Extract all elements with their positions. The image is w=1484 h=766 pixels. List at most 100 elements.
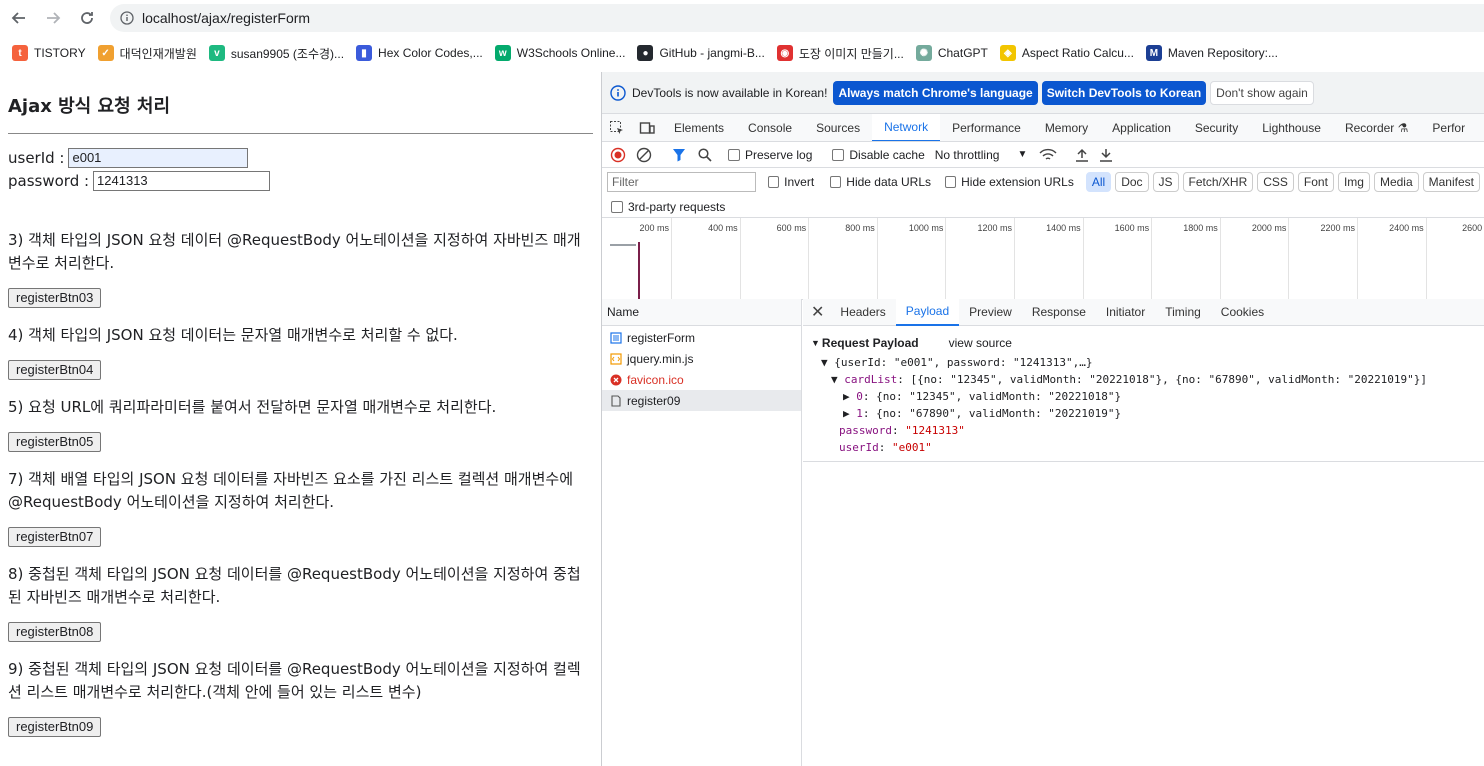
devtools-tab[interactable]: Memory <box>1033 114 1100 141</box>
timeline-tick-label: 1400 ms <box>1046 223 1081 233</box>
chevron-down-icon[interactable]: ▼ <box>1017 149 1027 160</box>
section-text: 8) 중첩된 객체 타입의 JSON 요청 데이터를 @RequestBody … <box>8 565 581 606</box>
third-party-checkbox[interactable] <box>611 200 623 213</box>
upload-icon[interactable] <box>1075 148 1089 162</box>
detail-tab[interactable]: Payload <box>895 298 960 326</box>
request-row[interactable]: favicon.ico <box>602 369 801 390</box>
download-icon[interactable] <box>1099 148 1113 162</box>
devtools-tab[interactable]: Network <box>872 114 941 141</box>
timeline-tick: 1400 ms <box>1046 218 1084 299</box>
request-detail: ✕ Headers Payload Preview Response Initiator… <box>803 298 1484 766</box>
record-icon[interactable] <box>610 147 626 163</box>
address-bar[interactable]: localhost/ajax/registerForm <box>110 4 1484 32</box>
register-button[interactable]: registerBtn07 <box>8 527 102 547</box>
request-name: favicon.ico <box>627 372 684 387</box>
timeline-load-bar <box>638 242 640 299</box>
inspect-element-icon[interactable] <box>609 120 625 136</box>
filter-icon[interactable] <box>672 148 686 162</box>
type-filter-pill[interactable]: Manifest <box>1422 172 1480 192</box>
detail-tab[interactable]: Headers <box>830 299 895 326</box>
triangle-down-icon[interactable]: ▼ <box>811 338 820 348</box>
network-conditions-icon[interactable] <box>1039 148 1057 162</box>
type-filter-pill[interactable]: Img <box>1337 172 1370 192</box>
devtools-tab[interactable]: Sources <box>804 114 872 141</box>
payload-item-1[interactable]: ▶ 1: {no: "67890", validMonth: "20221019… <box>811 405 1484 422</box>
bookmark-item[interactable]: ✺ ChatGPT <box>915 45 988 61</box>
bookmark-item[interactable]: ▮ Hex Color Codes,... <box>356 45 483 61</box>
bookmark-item[interactable]: ◈ Aspect Ratio Calcu... <box>999 45 1134 61</box>
request-row[interactable]: register09 <box>602 390 801 411</box>
bookmark-item[interactable]: M Maven Repository:... <box>1145 45 1278 61</box>
devtools-tab[interactable]: Application <box>1100 114 1183 141</box>
inspect-tools <box>602 120 662 136</box>
userid-input[interactable]: e001 <box>68 147 249 168</box>
close-icon[interactable]: ✕ <box>811 302 824 322</box>
invert-checkbox[interactable] <box>768 176 780 188</box>
register-button[interactable]: registerBtn05 <box>8 432 102 452</box>
detail-tab[interactable]: Preview <box>959 299 1022 326</box>
payload-item-0[interactable]: ▶ 0: {no: "12345", validMonth: "20221018… <box>811 388 1484 405</box>
triangle-right-icon: ▶ <box>843 407 857 420</box>
devtools-tab[interactable]: Security <box>1183 114 1250 141</box>
bookmark-label: TISTORY <box>34 46 86 60</box>
bookmark-item[interactable]: ✓ 대덕인재개발원 <box>97 45 197 62</box>
name-column-header[interactable]: Name <box>602 299 801 326</box>
dont-show-again-button[interactable]: Don't show again <box>1210 80 1314 105</box>
payload-root[interactable]: ▼ {userId: "e001", password: "1241313",…… <box>811 354 1484 371</box>
bookmark-item[interactable]: ◉ 도장 이미지 만들기... <box>776 45 904 62</box>
type-filter-pill[interactable]: CSS <box>1257 172 1294 192</box>
hide-extension-urls-checkbox[interactable] <box>945 176 957 188</box>
always-match-language-button[interactable]: Always match Chrome's language <box>833 80 1038 105</box>
filter-placeholder: Filter <box>612 175 639 189</box>
detail-tab[interactable]: Timing <box>1155 299 1211 326</box>
forward-button[interactable] <box>38 3 68 33</box>
section-button-wrap: registerBtn09 <box>8 716 593 737</box>
detail-tab[interactable]: Initiator <box>1096 299 1155 326</box>
type-filter-pill[interactable]: All <box>1085 172 1112 192</box>
register-button[interactable]: registerBtn09 <box>8 717 102 737</box>
view-source-link[interactable]: view source <box>949 336 1012 350</box>
detail-tab[interactable]: Cookies <box>1211 299 1274 326</box>
devtools-tab[interactable]: Lighthouse <box>1250 114 1333 141</box>
bookmark-item[interactable]: v susan9905 (조수경)... <box>208 45 344 62</box>
device-toolbar-icon[interactable] <box>639 120 655 136</box>
userid-json-value: "e001" <box>892 441 932 454</box>
devtools-tab[interactable]: Performance <box>940 114 1033 141</box>
filter-bar: Filter Invert Hide data URLs Hide extens… <box>602 168 1484 196</box>
request-list: Name registerForm jquery.min.js favicon.ic… <box>602 299 802 766</box>
type-filter-pill[interactable]: Doc <box>1115 172 1149 192</box>
type-filter-pill[interactable]: JS <box>1152 172 1179 192</box>
detail-tab[interactable]: Response <box>1022 299 1096 326</box>
register-button[interactable]: registerBtn03 <box>8 288 102 308</box>
preserve-log-checkbox[interactable] <box>728 148 740 161</box>
type-filter-pill[interactable]: Fetch/XHR <box>1182 172 1254 192</box>
clear-icon[interactable] <box>636 147 652 163</box>
type-filter-pill[interactable]: Font <box>1297 172 1334 192</box>
item0-value: {no: "12345", validMonth: "20221018"} <box>876 390 1122 403</box>
switch-to-korean-button[interactable]: Switch DevTools to Korean <box>1041 80 1207 105</box>
infobar-text: DevTools is now available in Korean! <box>632 85 828 100</box>
bookmark-item[interactable]: w W3Schools Online... <box>494 45 625 61</box>
bookmark-item[interactable]: t TISTORY <box>12 45 86 61</box>
filter-input[interactable]: Filter <box>607 172 757 192</box>
bookmark-item[interactable]: ● GitHub - jangmi-B... <box>637 45 765 61</box>
reload-button[interactable] <box>72 3 102 33</box>
devtools-tab[interactable]: Recorder ⚗ <box>1333 114 1420 141</box>
disable-cache-checkbox[interactable] <box>832 148 845 161</box>
register-button[interactable]: registerBtn04 <box>8 360 102 380</box>
request-row[interactable]: registerForm <box>602 327 801 348</box>
request-row[interactable]: jquery.min.js <box>602 348 801 369</box>
devtools-tab[interactable]: Elements <box>662 114 736 141</box>
devtools-tab[interactable]: Perfor <box>1420 114 1477 141</box>
payload-cardlist[interactable]: ▼ cardList: [{no: "12345", validMonth: "… <box>811 371 1484 388</box>
type-filter-pill[interactable]: Media <box>1373 172 1419 192</box>
timeline-tick-label: 1800 ms <box>1183 223 1218 233</box>
throttling-select[interactable]: No throttling <box>935 148 1000 162</box>
item1-value: {no: "67890", validMonth: "20221019"} <box>876 407 1122 420</box>
devtools-tab[interactable]: Console <box>736 114 804 141</box>
password-input[interactable]: 1241313 <box>93 170 271 191</box>
hide-data-urls-checkbox[interactable] <box>830 176 842 188</box>
search-icon[interactable] <box>698 147 712 162</box>
back-button[interactable] <box>4 3 34 33</box>
register-button[interactable]: registerBtn08 <box>8 622 102 642</box>
